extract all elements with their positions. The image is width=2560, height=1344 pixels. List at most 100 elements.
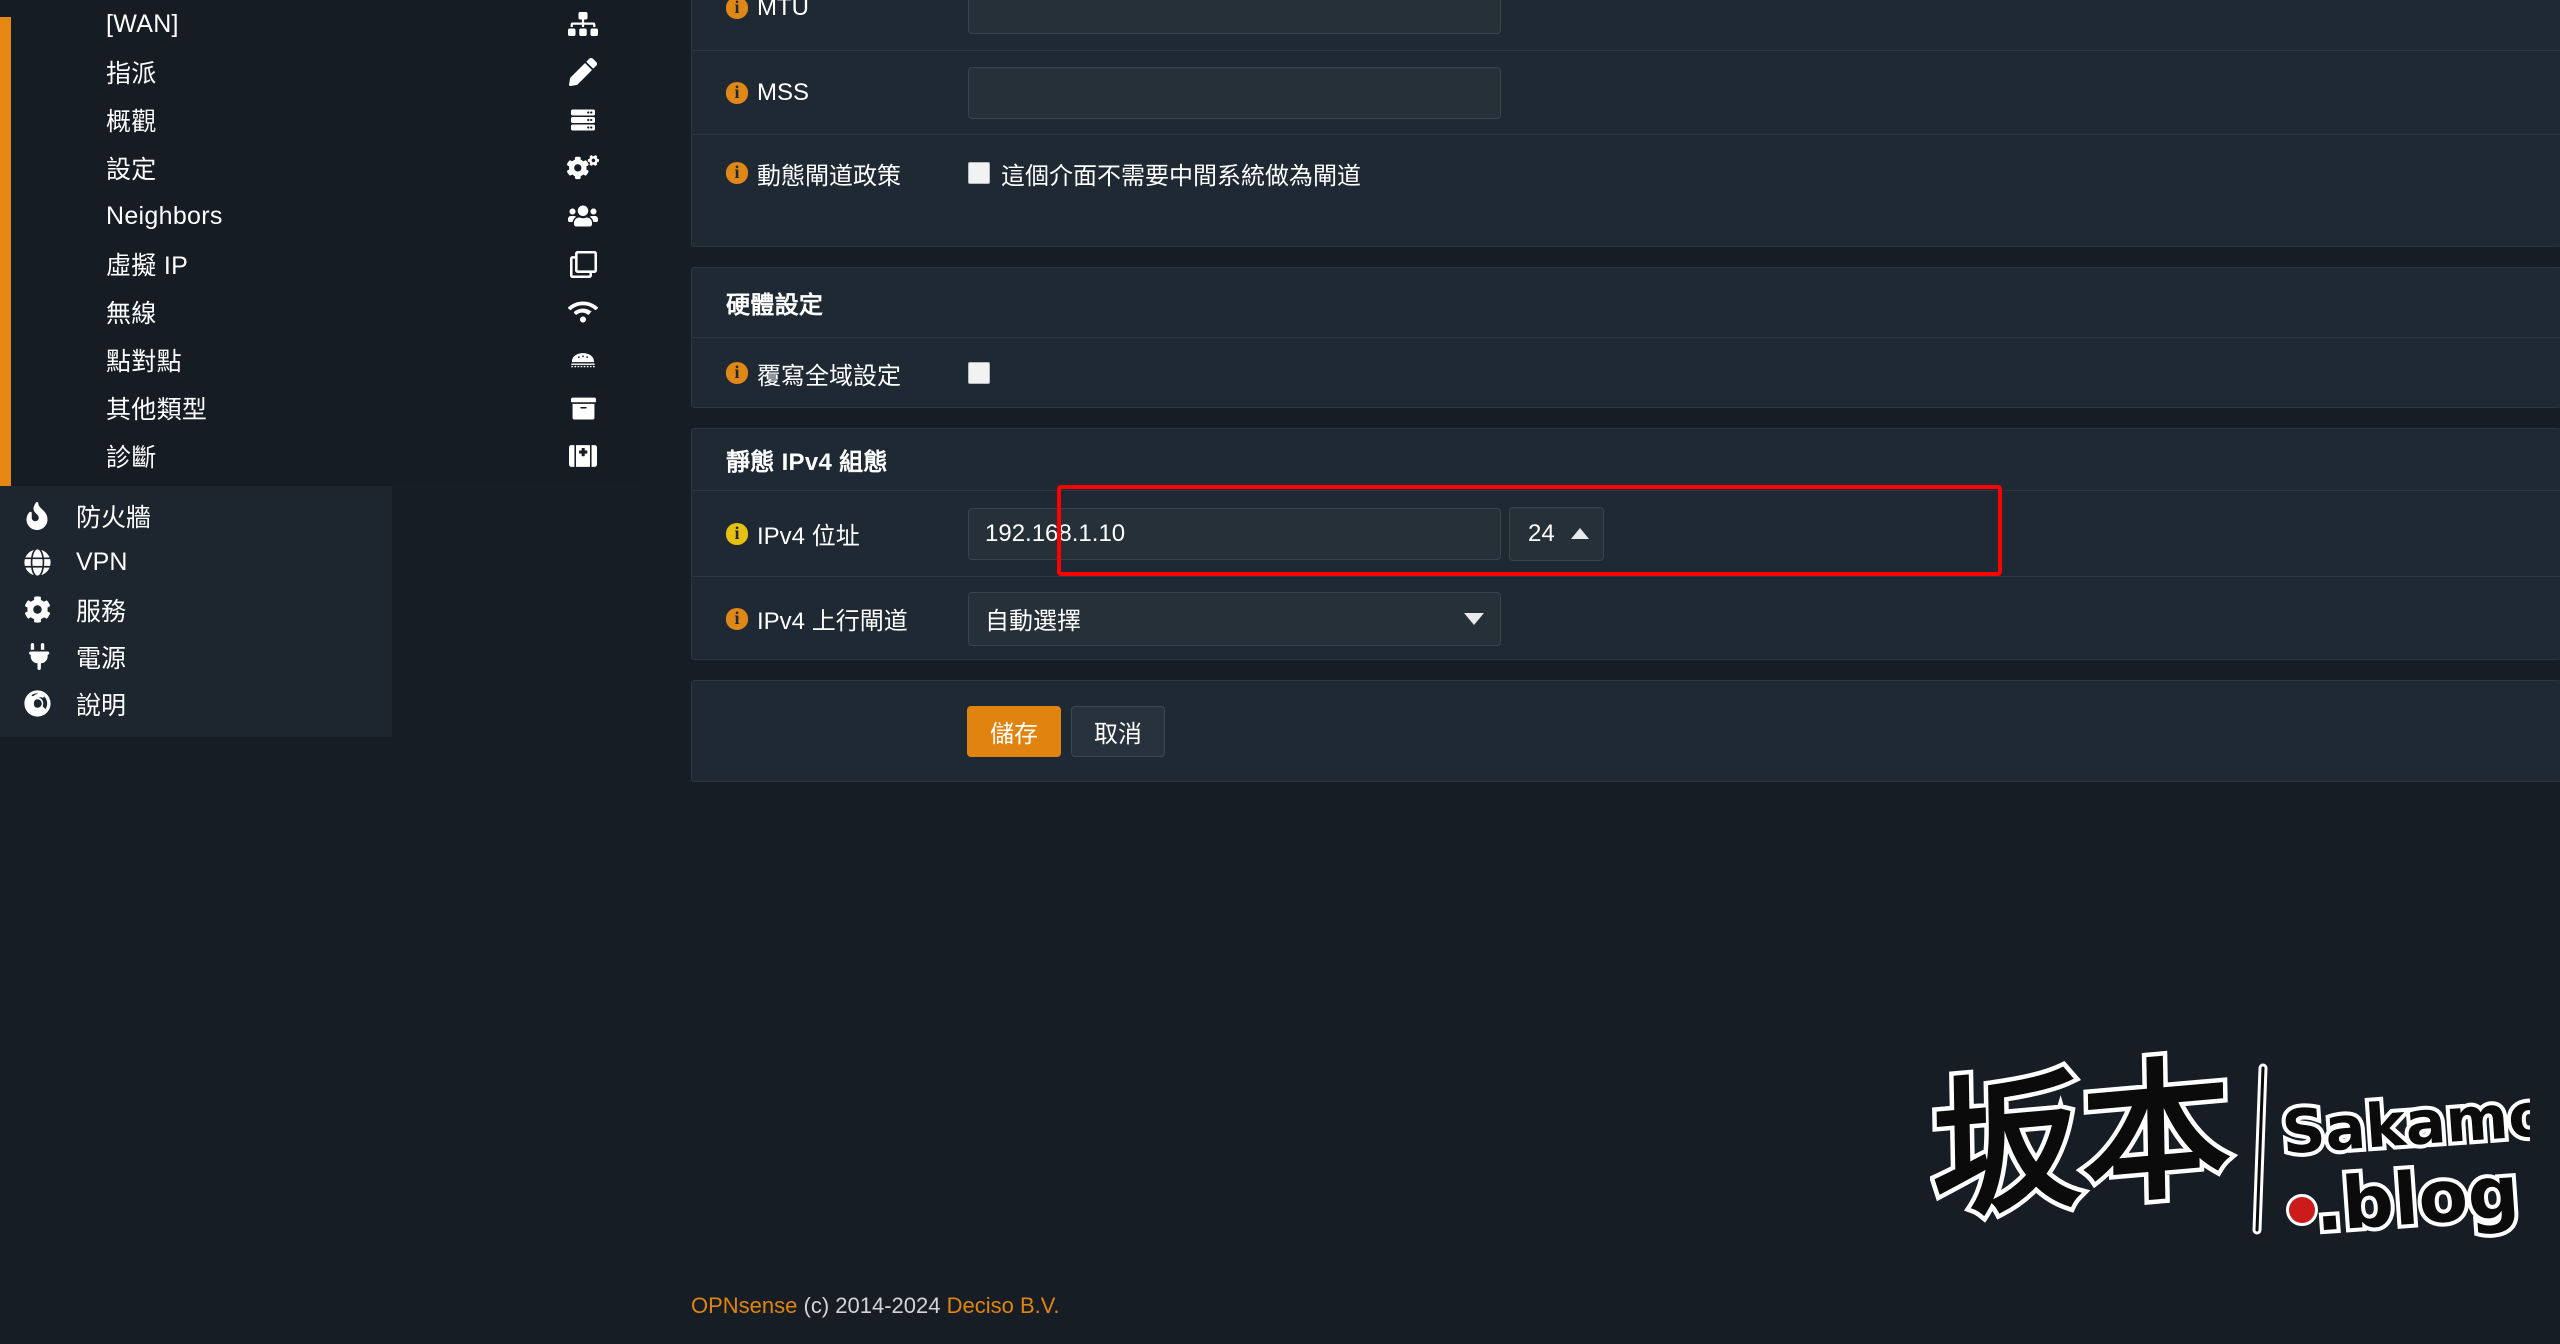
content-area: i MTU i MSS i 動態閘道政策 這個介面不需要中間系統做為閘道 硬體設… — [640, 0, 2560, 1344]
mss-input[interactable] — [968, 66, 1501, 119]
row-mss: i MSS — [692, 50, 2560, 134]
sidebar-main-menu: 防火牆 VPN 服務電源說明 — [0, 486, 392, 737]
panel-static-ipv4: 靜態 IPv4 組態 i IPv4 位址 24 — [691, 428, 2560, 660]
dynamic-gateway-checkbox-label: 這個介面不需要中間系統做為閘道 — [1001, 162, 1361, 190]
mtu-input[interactable] — [968, 0, 1501, 34]
mss-label: MSS — [757, 78, 810, 106]
info-icon[interactable]: i — [726, 362, 748, 384]
sitemap-icon — [566, 7, 600, 41]
sidebar-main-item-label: 防火牆 — [76, 503, 152, 532]
sidebar-submenu-item-label: 設定 — [106, 156, 157, 184]
globe-icon — [16, 548, 58, 578]
sidebar-submenu-item-2[interactable]: 指派 — [11, 48, 640, 96]
ipv4-gateway-select[interactable]: 自動選擇 — [968, 591, 1501, 646]
info-icon[interactable]: i — [726, 81, 748, 104]
sidebar-submenu-item-3[interactable]: 概觀 — [11, 96, 640, 144]
sidebar-submenu-item-label: [WAN] — [106, 9, 179, 38]
ipv4-gateway-value: 自動選擇 — [985, 608, 1081, 635]
ipv4-address-field-cell: 24 — [968, 506, 2560, 561]
sidebar-submenu-item-label: 點對點 — [106, 348, 182, 376]
info-icon[interactable]: i — [726, 0, 748, 19]
cancel-button[interactable]: 取消 — [1071, 705, 1165, 757]
save-button[interactable]: 儲存 — [967, 705, 1061, 757]
wifi-icon — [566, 295, 600, 329]
override-global-field-cell — [968, 362, 2560, 384]
sidebar-submenu-item-label: 無線 — [106, 300, 157, 328]
sidebar-active-accent-bar — [0, 17, 11, 486]
users-icon — [566, 199, 600, 233]
panel-actions: 儲存 取消 — [691, 680, 2560, 782]
chevron-down-icon — [1464, 612, 1484, 625]
dynamic-gateway-field-cell: 這個介面不需要中間系統做為閘道 — [968, 156, 2560, 191]
hardware-settings-title: 硬體設定 — [726, 292, 824, 319]
row-mtu: i MTU — [692, 0, 2560, 50]
ipv4-address-input[interactable] — [968, 507, 1501, 560]
info-icon[interactable]: i — [726, 162, 748, 184]
sidebar-submenu-item-8[interactable]: 點對點 — [11, 336, 640, 384]
row-override-global: i 覆寫全域設定 — [692, 337, 2560, 408]
sidebar-submenu-list: [WAN] 指派概觀設定 Neighbors 虛擬 IP 無線點對點其他類型診斷 — [11, 0, 640, 486]
info-icon[interactable]: i — [726, 607, 748, 630]
ipv4-gateway-label-cell: i IPv4 上行閘道 — [692, 601, 968, 636]
panel-hardware-settings: 硬體設定 i 覆寫全域設定 — [691, 267, 2560, 408]
mtu-label-cell: i MTU — [692, 0, 968, 22]
pencil-icon — [566, 55, 600, 89]
sidebar-submenu-item-label: 概觀 — [106, 108, 157, 136]
sidebar-main-item-5[interactable]: 說明 — [0, 680, 392, 727]
sidebar-main-item-3[interactable]: 服務 — [0, 586, 392, 633]
sidebar-submenu-item-label: 其他類型 — [106, 396, 208, 424]
ipv4-address-label-cell: i IPv4 位址 — [692, 516, 968, 551]
ipv4-address-group: 24 — [968, 506, 1604, 561]
sidebar-main-item-2[interactable]: VPN — [0, 539, 392, 586]
archive-icon — [566, 391, 600, 425]
fire-icon — [16, 501, 58, 531]
sidebar-submenu-item-6[interactable]: 虛擬 IP — [11, 240, 640, 288]
sidebar-submenu-item-4[interactable]: 設定 — [11, 144, 640, 192]
footer-company[interactable]: Deciso B.V. — [947, 1293, 1060, 1318]
footer-brand[interactable]: OPNsense — [691, 1293, 797, 1318]
sidebar-main-item-1[interactable]: 防火牆 — [0, 492, 392, 539]
sidebar-submenu-item-9[interactable]: 其他類型 — [11, 384, 640, 432]
info-icon[interactable]: i — [726, 522, 748, 545]
row-dynamic-gateway: i 動態閘道政策 這個介面不需要中間系統做為閘道 — [692, 134, 2560, 211]
row-ipv4-address: i IPv4 位址 24 — [692, 490, 2560, 576]
sidebar-submenu-item-1[interactable]: [WAN] — [11, 0, 640, 48]
ipv4-subnet-mask-select[interactable]: 24 — [1509, 506, 1604, 561]
sidebar-main-item-4[interactable]: 電源 — [0, 633, 392, 680]
mss-label-cell: i MSS — [692, 79, 968, 107]
first-aid-icon — [566, 439, 600, 473]
mtu-label: MTU — [757, 0, 809, 21]
sidebar-submenu-item-label: 診斷 — [106, 444, 157, 472]
sidebar-submenu: [WAN] 指派概觀設定 Neighbors 虛擬 IP 無線點對點其他類型診斷 — [0, 0, 640, 486]
clone-icon — [566, 247, 600, 281]
modem-icon — [566, 343, 600, 377]
sidebar: [WAN] 指派概觀設定 Neighbors 虛擬 IP 無線點對點其他類型診斷 防火牆… — [0, 0, 640, 1344]
sidebar-main-item-label: VPN — [76, 548, 128, 576]
sidebar-main-item-label: 電源 — [76, 644, 127, 673]
sidebar-submenu-item-5[interactable]: Neighbors — [11, 192, 640, 240]
opnsense-interface-settings-page: [WAN] 指派概觀設定 Neighbors 虛擬 IP 無線點對點其他類型診斷 防火牆… — [0, 0, 2560, 1344]
ipv4-address-label: IPv4 位址 — [757, 523, 860, 550]
sidebar-submenu-item-10[interactable]: 診斷 — [11, 432, 640, 480]
sidebar-submenu-item-label: 虛擬 IP — [106, 252, 189, 280]
dynamic-gateway-label: 動態閘道政策 — [757, 162, 901, 190]
sidebar-submenu-item-label: 指派 — [106, 60, 157, 88]
action-buttons-row: 儲存 取消 — [692, 681, 2560, 781]
override-global-label: 覆寫全域設定 — [757, 362, 901, 390]
ipv4-gateway-label: IPv4 上行閘道 — [757, 608, 908, 635]
server-icon — [566, 103, 600, 137]
override-global-checkbox[interactable] — [968, 362, 990, 384]
sidebar-main-item-label: 服務 — [76, 597, 127, 626]
lifering-icon — [16, 689, 58, 719]
sidebar-submenu-item-7[interactable]: 無線 — [11, 288, 640, 336]
chevron-up-icon — [1571, 528, 1589, 539]
mss-field-cell — [968, 66, 2560, 119]
dynamic-gateway-label-cell: i 動態閘道政策 — [692, 156, 968, 191]
override-global-label-cell: i 覆寫全域設定 — [692, 356, 968, 391]
footer-copyright: OPNsense (c) 2014-2024 Deciso B.V. — [691, 1293, 1060, 1319]
sidebar-submenu-item-label: Neighbors — [106, 201, 223, 230]
ipv4-gateway-field-cell: 自動選擇 — [968, 591, 2560, 646]
plug-icon — [16, 642, 58, 672]
dynamic-gateway-checkbox[interactable] — [968, 162, 990, 184]
sidebar-main-item-label: 說明 — [76, 691, 127, 720]
